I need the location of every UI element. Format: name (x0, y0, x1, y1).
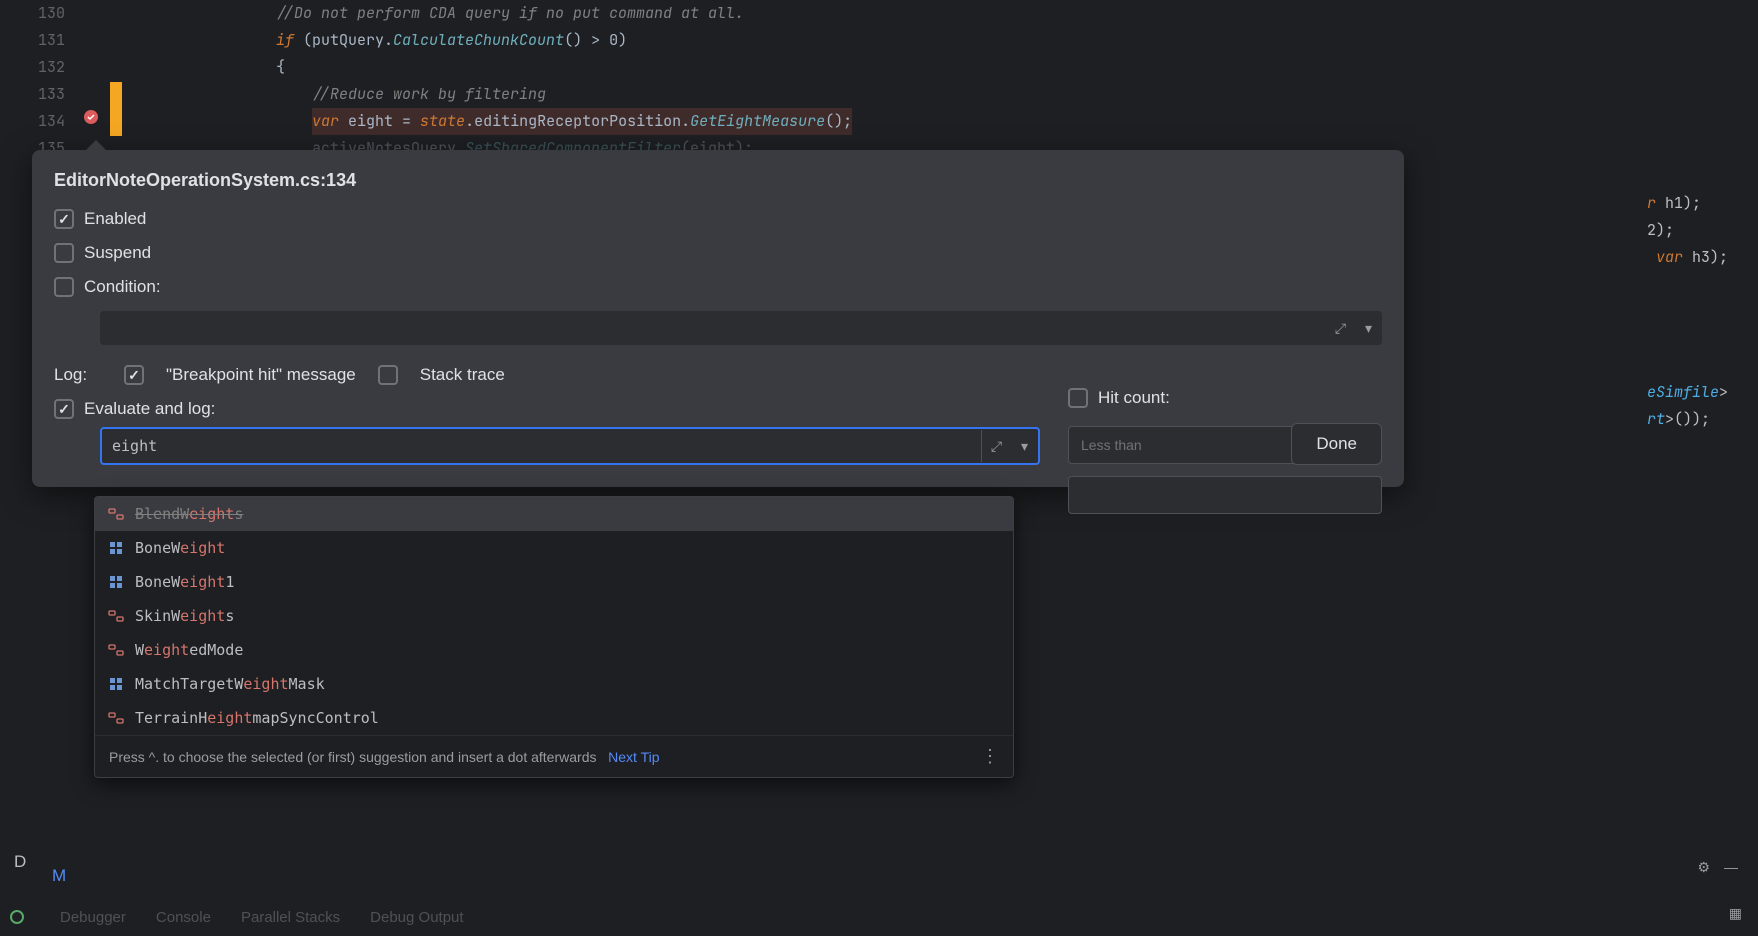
minimize-icon[interactable]: — (1724, 859, 1738, 876)
autocomplete-tip: Press ^. to choose the selected (or firs… (109, 749, 596, 765)
code-text: CalculateChunkCount (393, 30, 564, 50)
gear-icon[interactable]: ⚙ (1697, 859, 1710, 876)
code-text: rt (1647, 409, 1665, 429)
code-text: (putQuery. (294, 30, 393, 50)
suspend-label: Suspend (84, 243, 151, 263)
suspend-checkbox[interactable] (54, 243, 74, 263)
enum-icon (107, 607, 125, 625)
code-area[interactable]: //Do not perform CDA query if no put com… (150, 0, 1758, 162)
enum-icon (107, 505, 125, 523)
hit-count-label: Hit count: (1098, 388, 1170, 408)
condition-checkbox[interactable] (54, 277, 74, 297)
obscured-label: D (14, 852, 26, 872)
line-number: 132 (0, 54, 65, 81)
more-icon[interactable]: ⋮ (981, 746, 999, 767)
code-text: 2); (1647, 220, 1674, 240)
bottom-tabs: Debugger Console Parallel Stacks Debug O… (60, 909, 464, 926)
code-text: eSimfile (1647, 382, 1719, 402)
enabled-checkbox[interactable] (54, 209, 74, 229)
code-text: GetEightMeasure (690, 111, 825, 131)
code-right: rr h1); h1); 2); var h3); eSimfile> rt>(… (1647, 190, 1728, 433)
autocomplete-item[interactable]: SkinWeights (95, 599, 1013, 633)
popup-title: EditorNoteOperationSystem.cs:134 (54, 170, 1382, 191)
expand-icon[interactable]: ⤢ (982, 430, 1010, 462)
code-text: >()); (1665, 409, 1710, 429)
code-text: //Reduce work by filtering (312, 84, 546, 104)
autocomplete-item-text: WeightedMode (135, 641, 243, 659)
code-text: () > 0) (564, 30, 627, 50)
change-marker (110, 82, 122, 136)
chevron-down-icon[interactable]: ▾ (1010, 430, 1038, 462)
code-text: var (312, 111, 339, 131)
code-text: (); (825, 111, 852, 131)
tab-parallel-stacks[interactable]: Parallel Stacks (241, 909, 340, 926)
autocomplete-item[interactable]: BoneWeight1 (95, 565, 1013, 599)
enabled-label: Enabled (84, 209, 146, 229)
expand-icon[interactable]: ⤢ (1326, 311, 1354, 345)
struct-icon (107, 539, 125, 557)
tab-debug-output[interactable]: Debug Output (370, 909, 463, 926)
evaluate-input[interactable] (102, 437, 981, 455)
select-value: Less than (1081, 437, 1142, 453)
condition-input[interactable] (100, 311, 1326, 345)
code-text: h3); (1683, 247, 1728, 267)
stack-trace-label: Stack trace (420, 365, 505, 385)
autocomplete-item-text: SkinWeights (135, 607, 234, 625)
code-text: //Do not perform CDA query if no put com… (276, 3, 744, 23)
next-tip-link[interactable]: Next Tip (608, 749, 659, 765)
autocomplete-item-text: BoneWeight1 (135, 573, 234, 591)
obscured-label: M (52, 866, 66, 886)
code-text: > (1719, 382, 1728, 402)
autocomplete-item[interactable]: BlendWeights (95, 497, 1013, 531)
tab-debugger[interactable]: Debugger (60, 909, 126, 926)
autocomplete-item-text: BoneWeight (135, 539, 225, 557)
evaluate-checkbox[interactable] (54, 399, 74, 419)
hit-count-checkbox[interactable] (1068, 388, 1088, 408)
autocomplete-item[interactable]: BoneWeight (95, 531, 1013, 565)
bp-message-label: "Breakpoint hit" message (166, 365, 356, 385)
line-number: 133 (0, 81, 65, 108)
bp-message-checkbox[interactable] (124, 365, 144, 385)
enum-icon (107, 709, 125, 727)
code-text: .editingReceptorPosition. (465, 111, 690, 131)
autocomplete-item-text: BlendWeights (135, 505, 243, 523)
autocomplete-item-text: MatchTargetWeightMask (135, 675, 325, 693)
code-text: state (420, 111, 465, 131)
layout-icon[interactable]: ▦ (1729, 905, 1742, 922)
chevron-down-icon[interactable]: ▾ (1354, 311, 1382, 345)
struct-icon (107, 675, 125, 693)
condition-label: Condition: (84, 277, 161, 297)
run-indicator-icon[interactable] (10, 910, 24, 924)
autocomplete-item[interactable]: WeightedMode (95, 633, 1013, 667)
breakpoint-popup: EditorNoteOperationSystem.cs:134 Enabled… (32, 150, 1404, 487)
evaluate-label: Evaluate and log: (84, 399, 215, 419)
popup-notch (86, 140, 106, 150)
line-number: 131 (0, 27, 65, 54)
autocomplete-item-text: TerrainHeightmapSyncControl (135, 709, 379, 727)
breakpoint-icon[interactable] (82, 108, 100, 126)
line-number: 130 (0, 0, 65, 27)
code-text: if (276, 30, 294, 50)
autocomplete-popup: BlendWeights BoneWeight BoneWeight1 SkinWei… (94, 496, 1014, 778)
enum-icon (107, 641, 125, 659)
tab-console[interactable]: Console (156, 909, 211, 926)
autocomplete-item[interactable]: MatchTargetWeightMask (95, 667, 1013, 701)
code-text: { (276, 57, 285, 77)
hit-count-value-input[interactable] (1068, 476, 1382, 514)
log-label: Log: (54, 365, 102, 385)
autocomplete-item[interactable]: TerrainHeightmapSyncControl (95, 701, 1013, 735)
code-text: var (1656, 247, 1683, 267)
code-text: eight = (339, 111, 420, 131)
line-number: 134 (0, 108, 65, 135)
struct-icon (107, 573, 125, 591)
stack-trace-checkbox[interactable] (378, 365, 398, 385)
done-button[interactable]: Done (1291, 423, 1382, 465)
